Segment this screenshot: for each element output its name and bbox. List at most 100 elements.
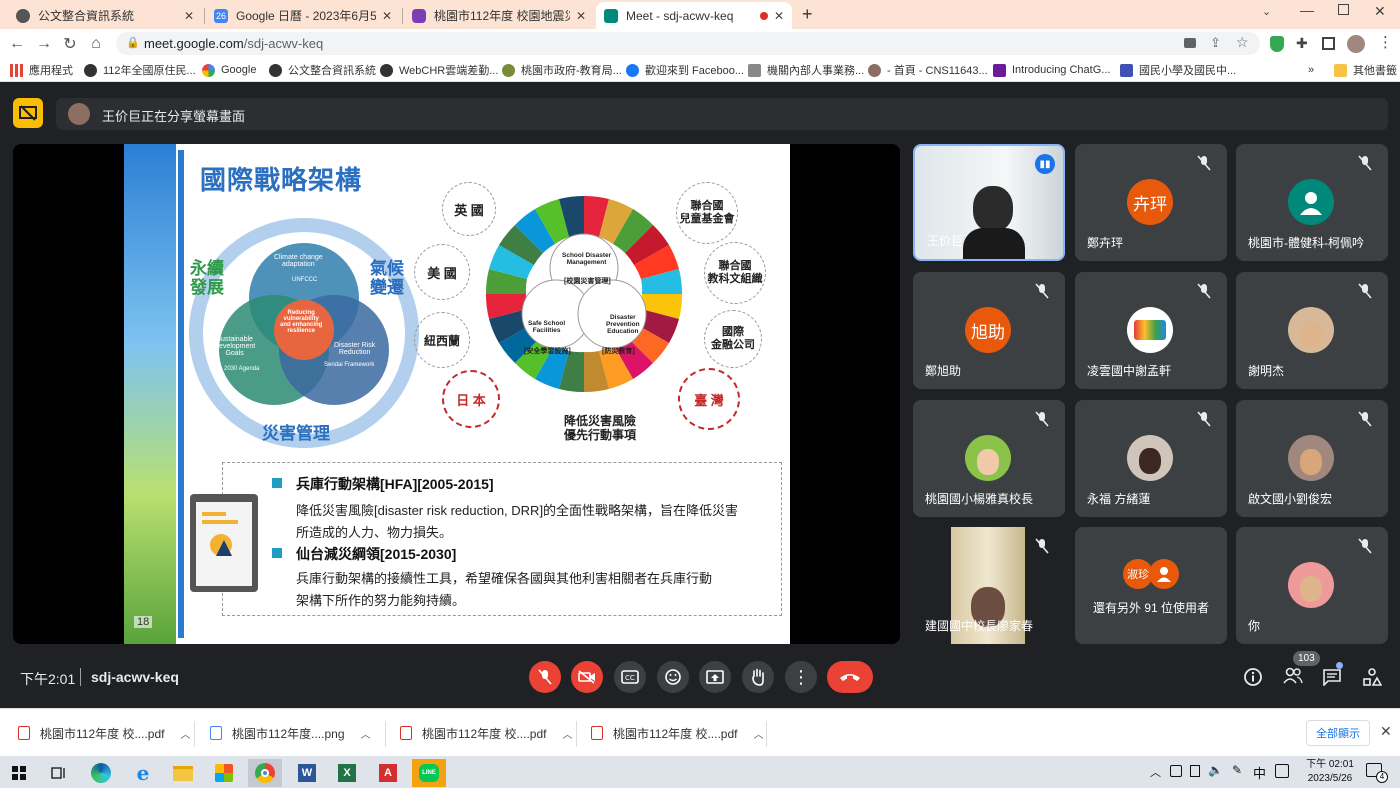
clock[interactable]: 下午 02:01 2023/5/26 xyxy=(1300,758,1360,786)
shield-extension-icon[interactable] xyxy=(1270,36,1284,52)
people-icon[interactable] xyxy=(1283,667,1303,690)
chevron-up-icon[interactable]: ︿ xyxy=(562,726,572,741)
close-icon[interactable]: ✕ xyxy=(382,9,392,23)
camera-indicator-icon[interactable] xyxy=(1184,38,1196,48)
excel-icon[interactable]: X xyxy=(330,759,364,787)
url-text: meet.google.com/sdj-acwv-keq xyxy=(144,36,324,51)
pen-icon[interactable]: ✎ xyxy=(1232,763,1242,777)
input-method-icon[interactable] xyxy=(1275,764,1289,778)
ime-indicator[interactable]: 中 xyxy=(1253,763,1266,782)
mic-off-icon xyxy=(1035,283,1049,299)
extensions-puzzle-icon[interactable]: ✚ xyxy=(1296,35,1308,52)
tab-document-system[interactable]: 公文整合資訊系統 ✕ xyxy=(8,2,202,29)
task-view-icon[interactable] xyxy=(42,759,76,787)
bookmark-item[interactable]: 歡迎來到 Faceboo... xyxy=(626,62,744,78)
more-participants-tile[interactable]: 淑珍 還有另外 91 位使用者 xyxy=(1075,527,1227,644)
bookmark-item[interactable]: 公文整合資訊系統 xyxy=(269,62,376,78)
presentation-icon[interactable] xyxy=(13,98,43,128)
participant-tile[interactable]: 凌雲國中謝孟軒 xyxy=(1075,272,1227,389)
chat-icon[interactable] xyxy=(1322,668,1342,691)
participant-tile[interactable]: 旭助 鄭旭助 xyxy=(913,272,1065,389)
bookmark-item[interactable]: 國民小學及國民中... xyxy=(1120,62,1236,78)
chevron-up-icon[interactable]: ︿ xyxy=(361,726,371,741)
tab-meet[interactable]: Meet - sdj-acwv-keq ✕ xyxy=(596,2,792,29)
bookmark-item[interactable]: 桃園市政府-教育局... xyxy=(502,62,622,78)
close-icon[interactable]: ✕ xyxy=(576,9,586,23)
bookmark-item[interactable]: 112年全國原住民... xyxy=(84,62,196,78)
share-icon[interactable]: ⇪ xyxy=(1210,35,1221,51)
sky-grass-strip xyxy=(124,144,176,644)
wheel-caption: 降低災害風險 優先行動事項 xyxy=(564,414,637,443)
line-icon[interactable]: LINE xyxy=(412,759,446,787)
participant-tile[interactable]: 謝明杰 xyxy=(1236,272,1388,389)
show-all-downloads-button[interactable]: 全部顯示 xyxy=(1306,720,1370,746)
store-icon[interactable] xyxy=(207,759,241,787)
folder-icon xyxy=(1334,63,1347,77)
ie-icon[interactable]: e xyxy=(126,759,160,787)
edge-icon[interactable] xyxy=(84,759,118,787)
participant-tile[interactable]: 桃園國小楊雅真校長 xyxy=(913,400,1065,517)
tray-chevron-icon[interactable]: ︿ xyxy=(1150,764,1161,780)
file-explorer-icon[interactable] xyxy=(166,759,200,787)
windows-start-icon[interactable] xyxy=(2,759,36,787)
emoji-button[interactable] xyxy=(657,661,689,693)
acrobat-icon[interactable]: A xyxy=(371,759,405,787)
new-tab-icon[interactable]: + xyxy=(802,4,813,25)
bookmark-item[interactable]: Introducing ChatG... xyxy=(993,62,1110,78)
chevron-up-icon[interactable]: ︿ xyxy=(753,726,763,741)
avatar xyxy=(1288,307,1334,353)
maximize-icon[interactable] xyxy=(1338,4,1349,15)
participant-tile[interactable]: 啟文國小劉俊宏 xyxy=(1236,400,1388,517)
url-input[interactable]: 🔒 meet.google.com/sdj-acwv-keq ⇪ ☆ xyxy=(116,32,1260,55)
participant-tile[interactable]: 建國國中校長廖家春 xyxy=(913,527,1065,644)
battery-icon[interactable] xyxy=(1190,765,1200,777)
raise-hand-button[interactable] xyxy=(742,661,774,693)
bookmark-item[interactable]: 機關內部人事業務... xyxy=(748,62,864,78)
participant-tile[interactable]: 永福 方緒蓮 xyxy=(1075,400,1227,517)
word-icon[interactable]: W xyxy=(290,759,324,787)
meeting-info-icon[interactable] xyxy=(1243,667,1263,692)
tab-google-calendar[interactable]: 26 Google 日曆 - 2023年6月5日當週 ✕ xyxy=(206,2,400,29)
chrome-icon[interactable] xyxy=(248,759,282,787)
chevron-up-icon[interactable]: ︿ xyxy=(180,726,190,741)
download-item[interactable]: 桃園市112年度 校....pdf ︿ xyxy=(591,719,763,747)
bookmark-other[interactable]: 其他書籤 xyxy=(1334,62,1397,78)
bookmark-star-icon[interactable]: ☆ xyxy=(1236,34,1249,51)
forward-icon[interactable]: → xyxy=(34,34,54,54)
tab-earthquake-doc[interactable]: 桃園市112年度 校園地震災害防 ✕ xyxy=(404,2,594,29)
download-item[interactable]: 桃園市112年度 校....pdf ︿ xyxy=(18,719,190,747)
captions-button[interactable]: CC xyxy=(614,661,646,693)
bookmark-apps[interactable]: 應用程式 xyxy=(10,62,73,78)
menu-kebab-icon[interactable]: ⋮ xyxy=(1378,33,1393,51)
leave-call-button[interactable] xyxy=(827,661,873,693)
bookmarks-overflow[interactable]: » xyxy=(1308,62,1314,78)
avatar xyxy=(1127,307,1173,353)
reload-icon[interactable]: ↻ xyxy=(60,34,80,54)
participant-tile[interactable]: 桃園市-體健科-柯佩吟 xyxy=(1236,144,1388,261)
minimize-icon[interactable]: — xyxy=(1300,2,1314,18)
close-icon[interactable]: ✕ xyxy=(774,9,784,23)
close-icon[interactable]: ✕ xyxy=(1380,723,1392,740)
home-icon[interactable]: ⌂ xyxy=(86,34,106,54)
camera-toggle-button[interactable] xyxy=(571,661,603,693)
mic-toggle-button[interactable] xyxy=(529,661,561,693)
bookmark-item[interactable]: WebCHR雲端差勤... xyxy=(380,62,498,78)
bookmark-item[interactable]: - 首頁 - CNS11643... xyxy=(868,62,988,78)
download-item[interactable]: 桃園市112年度 校....pdf ︿ xyxy=(400,719,572,747)
activities-icon[interactable] xyxy=(1362,667,1383,692)
back-icon[interactable]: ← xyxy=(7,34,27,54)
close-icon[interactable]: ✕ xyxy=(184,9,194,23)
more-options-button[interactable]: ⋮ xyxy=(785,661,817,693)
close-window-icon[interactable]: ✕ xyxy=(1374,3,1386,20)
self-tile[interactable]: 你 xyxy=(1236,527,1388,644)
download-item[interactable]: 桃園市112年度....png ︿ xyxy=(210,719,371,747)
profile-avatar[interactable] xyxy=(1347,35,1365,53)
participant-tile[interactable]: ▮▮ 王价巨 xyxy=(913,144,1065,261)
participant-tile[interactable]: 卉玶 鄭卉玶 xyxy=(1075,144,1227,261)
bookmark-item[interactable]: Google xyxy=(202,62,256,78)
present-button[interactable] xyxy=(699,661,731,693)
volume-icon[interactable]: 🔈 xyxy=(1208,763,1223,777)
sidepanel-icon[interactable] xyxy=(1322,37,1335,50)
tray-app-icon[interactable] xyxy=(1170,765,1182,777)
tab-search-icon[interactable]: ⌄ xyxy=(1262,5,1271,18)
